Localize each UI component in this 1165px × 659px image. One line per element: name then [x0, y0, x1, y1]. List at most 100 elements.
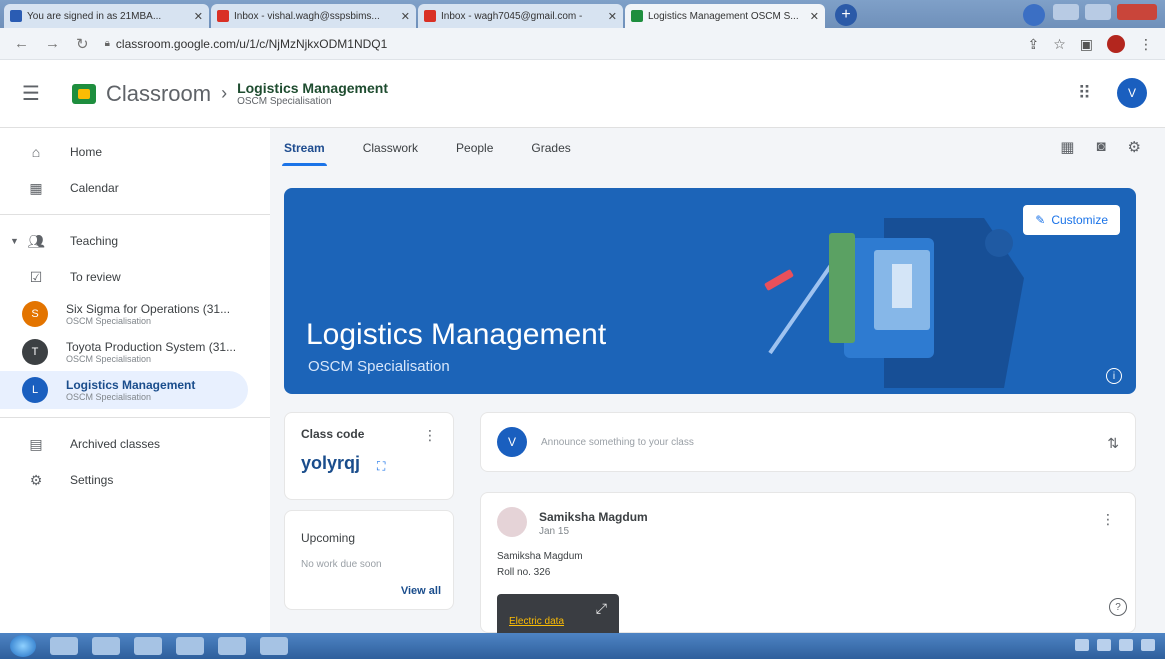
share-icon[interactable]: ⇪	[1027, 36, 1039, 53]
browser-tab-2[interactable]: Inbox - vishal.wagh@sspsbims... ✕	[211, 4, 416, 28]
browser-tab-4[interactable]: Logistics Management OSCM S... ✕	[625, 4, 825, 28]
sidebar-item-label: Home	[70, 145, 103, 159]
sidebar-class-six-sigma[interactable]: S Six Sigma for Operations (31... OSCM S…	[0, 295, 270, 333]
gear-icon[interactable]: ⚙	[1128, 138, 1141, 156]
announce-box[interactable]: V Announce something to your class ⇅	[480, 412, 1136, 472]
tray-icon[interactable]	[1075, 639, 1089, 651]
tab-classwork[interactable]: Classwork	[363, 128, 418, 168]
banner-class-section: OSCM Specialisation	[308, 358, 450, 375]
help-icon[interactable]: ?	[1109, 598, 1127, 616]
tab-close-icon[interactable]: ✕	[608, 10, 617, 23]
back-arrow-icon[interactable]: ←	[14, 35, 29, 52]
user-avatar: V	[497, 427, 527, 457]
sidebar-item-archived[interactable]: ▤ Archived classes	[0, 426, 270, 462]
tray-icon[interactable]	[1097, 639, 1111, 651]
drive-folder-icon[interactable]: ◙	[1096, 138, 1105, 156]
browser-tab-1[interactable]: You are signed in as 21MBA... ✕	[4, 4, 209, 28]
taskbar-app-icon[interactable]	[260, 637, 288, 655]
browser-tab-3[interactable]: Inbox - wagh7045@gmail.com - ✕	[418, 4, 623, 28]
class-tabs: Stream Classwork People Grades	[282, 128, 571, 168]
star-icon[interactable]: ☆	[1053, 36, 1066, 53]
stream-post: Samiksha Magdum Jan 15 ⋮ Samiksha Magdum…	[480, 492, 1136, 634]
forward-arrow-icon[interactable]: →	[45, 35, 60, 52]
os-taskbar	[0, 633, 1165, 659]
start-button[interactable]	[10, 635, 36, 657]
author-avatar	[497, 507, 527, 537]
sidebar-class-logistics[interactable]: L Logistics Management OSCM Specialisati…	[0, 371, 248, 409]
sidebar-item-label: Teaching	[70, 234, 119, 248]
maximize-button[interactable]	[1085, 4, 1111, 20]
class-code-label: Class code	[301, 427, 365, 441]
url-text: classroom.google.com/u/1/c/NjMzNjkxODM1N…	[115, 36, 388, 51]
reload-icon[interactable]: ↻	[76, 35, 89, 53]
browser-tab-strip: You are signed in as 21MBA... ✕ Inbox - …	[0, 0, 1165, 28]
taskbar-app-icon[interactable]	[218, 637, 246, 655]
chevron-right-icon: ›	[221, 83, 228, 103]
upcoming-empty-text: No work due soon	[301, 559, 382, 570]
post-date: Jan 15	[539, 526, 570, 537]
repost-icon[interactable]: ⇅	[1107, 435, 1119, 452]
user-avatar[interactable]: V	[1117, 78, 1147, 108]
menu-dots-icon[interactable]: ⋮	[1139, 36, 1153, 53]
customize-label: Customize	[1051, 213, 1108, 227]
minimize-button[interactable]	[1053, 4, 1079, 20]
more-vert-icon[interactable]: ⋮	[1101, 511, 1115, 528]
pencil-icon: ✎	[1035, 213, 1046, 227]
profile-avatar[interactable]	[1107, 35, 1125, 53]
gmail-icon	[424, 10, 436, 22]
taskbar-app-icon[interactable]	[92, 637, 120, 655]
sidebar-item-settings[interactable]: ⚙ Settings	[0, 462, 270, 498]
banner-pencil-shape	[768, 256, 838, 355]
main-menu-icon[interactable]: ☰	[22, 81, 40, 106]
browser-tab-title: Logistics Management OSCM S...	[648, 10, 799, 22]
calendar-icon[interactable]: ▦	[1060, 138, 1074, 156]
calendar-icon: ▦	[29, 179, 43, 196]
post-attachment[interactable]: ⤢ Electric data	[497, 594, 619, 634]
sidebar-item-home[interactable]: ⌂ Home	[0, 134, 270, 170]
tray-icon[interactable]	[1141, 639, 1155, 651]
more-vert-icon[interactable]: ⋮	[423, 427, 437, 444]
class-section: OSCM Specialisation	[66, 354, 152, 364]
tab-close-icon[interactable]: ✕	[401, 10, 410, 23]
banner-label-shape	[892, 264, 912, 308]
class-code-value: yolyrqj	[301, 453, 361, 473]
tab-close-icon[interactable]: ✕	[810, 10, 819, 23]
apps-grid-icon[interactable]: ⠿	[1078, 83, 1091, 104]
class-avatar: S	[22, 301, 48, 327]
sidebar-class-toyota[interactable]: T Toyota Production System (31... OSCM S…	[0, 333, 270, 371]
classroom-brand[interactable]: Classroom	[106, 81, 211, 107]
header-right: ⠿ V	[1078, 78, 1147, 108]
view-all-link[interactable]: View all	[401, 585, 441, 597]
classroom-logo-icon[interactable]	[71, 83, 96, 104]
tab-grades[interactable]: Grades	[531, 128, 570, 168]
sidebar-item-label: Settings	[70, 473, 114, 487]
fullscreen-icon[interactable]: ⛶	[377, 459, 385, 474]
class-name: Toyota Production System (31...	[66, 340, 237, 354]
review-icon: ☑	[29, 268, 43, 285]
breadcrumb[interactable]: Logistics Management OSCM Specialisation	[237, 80, 388, 107]
caret-down-icon[interactable]: ▼	[10, 236, 19, 246]
browser-profile-icon[interactable]	[1023, 4, 1045, 26]
sidebar-item-to-review[interactable]: ☑ To review	[0, 259, 270, 295]
tab-stream[interactable]: Stream	[282, 128, 327, 168]
sidebar-divider	[0, 417, 270, 418]
taskbar-app-icon[interactable]	[50, 637, 78, 655]
close-window-button[interactable]	[1117, 4, 1157, 20]
new-tab-button[interactable]: +	[835, 4, 857, 26]
extension-icon[interactable]: ▣	[1080, 36, 1093, 53]
banner-class-title: Logistics Management	[306, 318, 607, 351]
taskbar-app-icon[interactable]	[176, 637, 204, 655]
breadcrumb-class-section: OSCM Specialisation	[237, 96, 332, 107]
tray-icon[interactable]	[1119, 639, 1133, 651]
sidebar-item-teaching[interactable]: ▼ 👥︎ Teaching	[0, 223, 270, 259]
class-section: OSCM Specialisation	[66, 392, 152, 402]
customize-button[interactable]: ✎ Customize	[1023, 205, 1120, 235]
class-code-card: Class code ⋮ yolyrqj ⛶	[284, 412, 454, 500]
sidebar-item-calendar[interactable]: ▦ Calendar	[0, 170, 270, 206]
info-icon[interactable]: i	[1106, 368, 1122, 384]
taskbar-app-icon[interactable]	[134, 637, 162, 655]
sidebar-item-label: To review	[70, 270, 121, 284]
tab-close-icon[interactable]: ✕	[194, 10, 203, 23]
url-field[interactable]: 🔒︎ classroom.google.com/u/1/c/NjMzNjkxOD…	[105, 37, 388, 51]
tab-people[interactable]: People	[456, 128, 493, 168]
